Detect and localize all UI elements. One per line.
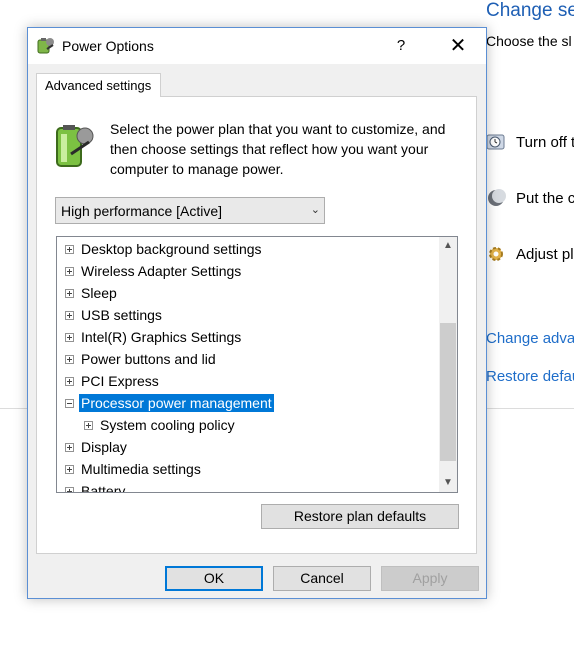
vertical-scrollbar[interactable]: ▲ ▼ bbox=[439, 237, 457, 492]
expand-icon[interactable] bbox=[65, 310, 74, 320]
tree-item[interactable]: Sleep bbox=[65, 282, 119, 304]
close-button[interactable]: ✕ bbox=[442, 32, 474, 60]
tree-item-label: Battery bbox=[81, 483, 126, 493]
change-advanced-link[interactable]: Change adva bbox=[486, 330, 574, 347]
scroll-down-arrow-icon[interactable]: ▼ bbox=[439, 474, 457, 492]
chevron-down-icon: ⌄ bbox=[310, 204, 320, 216]
tree-item-label: Display bbox=[81, 439, 127, 455]
tree-item-label: System cooling policy bbox=[100, 417, 235, 433]
background-page-title: Change se bbox=[486, 0, 574, 21]
expand-icon[interactable] bbox=[65, 464, 74, 474]
background-item-label: Turn off t bbox=[516, 133, 574, 151]
restore-plan-defaults-button[interactable]: Restore plan defaults bbox=[261, 504, 459, 529]
background-item-sleep[interactable]: Put the c bbox=[486, 188, 574, 208]
tree-item-label: Sleep bbox=[81, 285, 117, 301]
help-button[interactable]: ? bbox=[386, 32, 416, 60]
tree-item-label: Intel(R) Graphics Settings bbox=[81, 329, 242, 345]
expand-icon[interactable] bbox=[65, 486, 74, 492]
expand-icon[interactable] bbox=[65, 266, 74, 276]
expand-icon[interactable] bbox=[65, 442, 74, 452]
tree-item[interactable]: PCI Express bbox=[65, 370, 161, 392]
expand-icon[interactable] bbox=[65, 288, 74, 298]
settings-tree[interactable]: Desktop background settings Wireless Adap… bbox=[56, 236, 458, 493]
cancel-button[interactable]: Cancel bbox=[273, 566, 371, 591]
battery-plan-icon bbox=[56, 125, 94, 167]
scrollbar-thumb[interactable] bbox=[440, 323, 456, 461]
title-bar[interactable]: Power Options ? ✕ bbox=[28, 28, 486, 64]
tree-item-label: Desktop background settings bbox=[81, 241, 262, 257]
collapse-icon[interactable] bbox=[65, 398, 74, 408]
tree-item[interactable]: Battery bbox=[65, 480, 127, 493]
background-item-turn-off-display[interactable]: Turn off t bbox=[486, 132, 574, 152]
tree-item[interactable]: Power buttons and lid bbox=[65, 348, 218, 370]
tree-item-label: PCI Express bbox=[81, 373, 159, 389]
dialog-title: Power Options bbox=[62, 38, 154, 54]
expand-icon[interactable] bbox=[65, 332, 74, 342]
apply-button[interactable]: Apply bbox=[381, 566, 479, 591]
expand-icon[interactable] bbox=[65, 354, 74, 364]
tree-item[interactable]: Desktop background settings bbox=[65, 238, 264, 260]
expand-icon[interactable] bbox=[65, 376, 74, 386]
background-item-label: Adjust pl bbox=[516, 245, 574, 263]
clock-icon bbox=[486, 134, 505, 150]
tree-item-label: Multimedia settings bbox=[81, 461, 201, 477]
power-plan-dropdown[interactable]: High performance [Active] ⌄ bbox=[55, 197, 325, 224]
power-options-dialog: Power Options ? ✕ Advanced settings Sele… bbox=[27, 27, 487, 599]
background-page-subtitle: Choose the sl bbox=[486, 33, 572, 49]
tree-item-label: Wireless Adapter Settings bbox=[81, 263, 242, 279]
power-options-icon bbox=[37, 38, 54, 54]
tree-item-label: Processor power management bbox=[79, 394, 274, 412]
tree-item[interactable]: USB settings bbox=[65, 304, 164, 326]
moon-icon bbox=[488, 189, 506, 206]
tree-item[interactable]: Intel(R) Graphics Settings bbox=[65, 326, 243, 348]
tree-item[interactable]: System cooling policy bbox=[84, 414, 237, 436]
background-item-label: Put the c bbox=[516, 189, 574, 207]
restore-defaults-link[interactable]: Restore defau bbox=[486, 368, 574, 385]
intro-text: Select the power plan that you want to c… bbox=[110, 121, 446, 177]
power-plan-dropdown-value: High performance [Active] bbox=[61, 203, 223, 219]
expand-icon[interactable] bbox=[65, 244, 74, 254]
tree-item[interactable]: Wireless Adapter Settings bbox=[65, 260, 243, 282]
ok-button[interactable]: OK bbox=[165, 566, 263, 591]
scroll-up-arrow-icon[interactable]: ▲ bbox=[439, 237, 457, 255]
tree-item[interactable]: Display bbox=[65, 436, 129, 458]
tree-item[interactable]: Processor power management bbox=[65, 392, 274, 414]
tab-advanced-settings[interactable]: Advanced settings bbox=[36, 73, 161, 97]
gear-icon bbox=[489, 247, 503, 261]
expand-icon[interactable] bbox=[84, 420, 93, 430]
tree-item[interactable]: Multimedia settings bbox=[65, 458, 203, 480]
background-item-adjust-plan[interactable]: Adjust pl bbox=[486, 244, 574, 264]
tree-item-label: USB settings bbox=[81, 307, 162, 323]
tree-item-label: Power buttons and lid bbox=[81, 351, 216, 367]
